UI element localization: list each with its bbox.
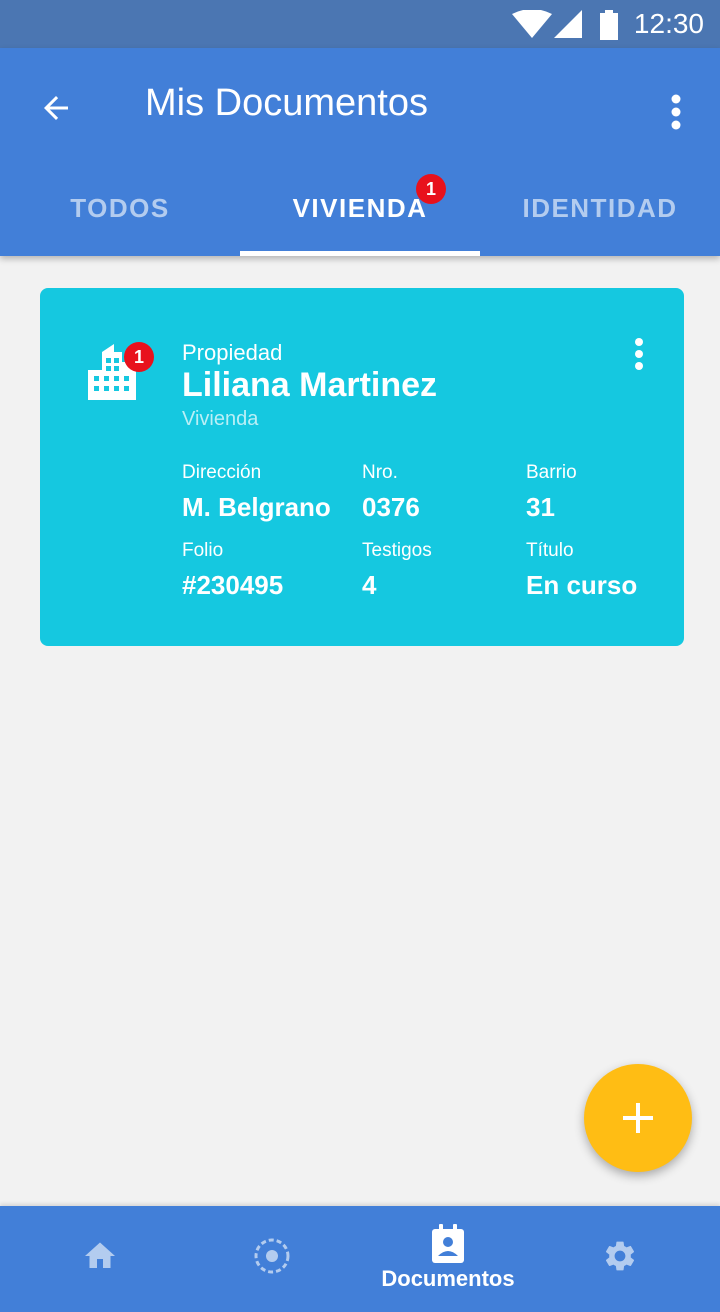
more-vert-icon	[635, 338, 643, 370]
nav-item-settings[interactable]	[530, 1206, 710, 1312]
tab-label: TODOS	[70, 192, 170, 223]
field-label-nro: Nro.	[362, 462, 398, 483]
wifi-icon	[512, 10, 552, 38]
tab-bar: TODOS VIVIENDA 1 IDENTIDAD	[0, 160, 720, 256]
nav-label: Documentos	[381, 1266, 515, 1291]
field-value-nro: 0376	[362, 492, 420, 522]
tab-todos[interactable]: TODOS	[0, 160, 240, 256]
assignment-ind-icon	[432, 1224, 464, 1263]
status-bar: 12:30	[0, 0, 720, 48]
nav-item-track[interactable]	[182, 1206, 362, 1312]
document-card[interactable]: 1 Propiedad Liliana Martinez Vivienda Di…	[40, 288, 684, 646]
signal-icon	[554, 10, 582, 38]
notification-badge: 1	[416, 174, 446, 204]
field-label-titulo: Título	[526, 540, 574, 561]
field-label-testigos: Testigos	[362, 540, 432, 561]
notification-badge: 1	[124, 342, 154, 372]
app-bar: Mis Documentos TODOS VIVIENDA 1 IDENTIDA…	[0, 48, 720, 256]
field-value-titulo: En curso	[526, 570, 638, 600]
plus-icon	[623, 1103, 653, 1133]
tab-label: IDENTIDAD	[522, 192, 678, 223]
nav-item-home[interactable]	[10, 1206, 190, 1312]
card-category: Propiedad	[182, 340, 283, 365]
card-overflow-menu-button[interactable]	[624, 334, 654, 374]
tab-identidad[interactable]: IDENTIDAD	[480, 160, 720, 256]
field-value-folio: #230495	[182, 570, 284, 600]
nav-item-documentos[interactable]: Documentos	[358, 1206, 538, 1312]
tab-vivienda[interactable]: VIVIENDA 1	[240, 160, 480, 256]
overflow-menu-button[interactable]	[652, 84, 700, 140]
home-icon	[85, 1242, 115, 1268]
field-label-folio: Folio	[182, 540, 224, 561]
back-button[interactable]	[24, 80, 88, 136]
settings-icon	[605, 1241, 635, 1271]
card-type: Vivienda	[182, 408, 259, 430]
bottom-navigation: Documentos	[0, 1206, 720, 1312]
add-document-button[interactable]	[584, 1064, 692, 1172]
field-label-direccion: Dirección	[182, 462, 262, 483]
tab-label: VIVIENDA	[292, 192, 428, 223]
page-title: Mis Documentos	[145, 82, 428, 124]
card-owner-name: Liliana Martinez	[182, 366, 438, 404]
field-value-direccion: M. Belgrano	[182, 492, 331, 522]
target-icon	[254, 1238, 290, 1274]
status-time: 12:30	[633, 8, 704, 39]
field-value-barrio: 31	[526, 492, 555, 522]
more-vert-icon	[671, 94, 681, 130]
field-value-testigos: 4	[362, 570, 377, 600]
field-label-barrio: Barrio	[526, 462, 577, 483]
arrow-back-icon	[44, 96, 68, 120]
battery-icon	[600, 10, 618, 40]
